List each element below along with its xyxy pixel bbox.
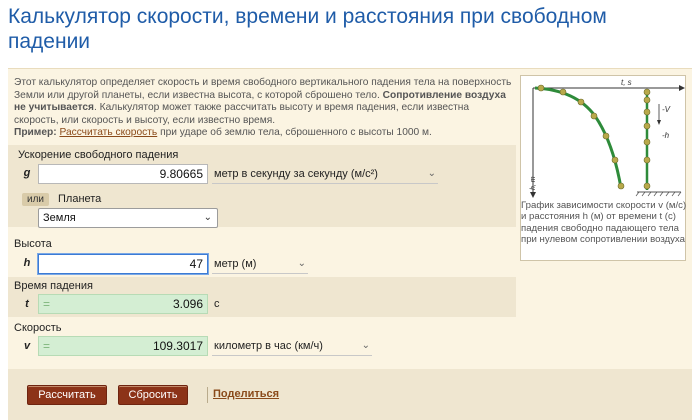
calculate-button[interactable]: Рассчитать [27,385,107,405]
gravity-var: g [23,167,31,179]
time-var: t [25,298,29,310]
v-arrow-head [657,120,661,125]
equals-icon: = [43,339,51,353]
reset-button[interactable]: Сбросить [118,385,188,405]
curve-point [537,84,545,92]
time-label: Время падения [14,280,93,292]
example-rest: при ударе об землю тела, сброшенного с в… [160,127,432,138]
h-axis-arrow [530,192,536,198]
curve-point [611,156,619,164]
button-separator [207,387,208,403]
planet-selected: Земля [43,212,76,224]
equals-icon: = [43,297,51,311]
gravity-unit-value: метр в секунду за секунду (м/с²) [214,168,378,180]
height-unit-select[interactable]: метр (м) ⌄ [212,254,308,274]
time-result-value: 3.096 [172,297,203,311]
curve-point [602,132,610,140]
gravity-label: Ускорение свободного падения [18,149,179,161]
h-axis-label: h, m [530,176,537,190]
drop-point [643,156,651,164]
drop-point [643,122,651,130]
button-bar: Рассчитать Сбросить Поделиться [8,369,692,420]
curve-point [590,112,598,120]
speed-result-value: 109.3017 [152,339,203,353]
height-unit-value: метр (м) [214,258,257,270]
planet-select[interactable]: Земля ⌄ [38,208,218,228]
example-text: Пример: Рассчитать скорость при ударе об… [14,127,512,140]
t-axis-arrow [679,85,685,91]
v-label: -V [662,105,671,114]
page-title: Калькулятор скорости, времени и расстоян… [8,5,607,53]
ground-hatch [635,191,682,197]
speed-result: = 109.3017 [38,336,208,356]
speed-unit-select[interactable]: километр в час (км/ч) ⌄ [212,336,372,356]
planet-label: Планета [58,193,102,205]
time-unit: с [214,298,220,310]
drop-point [643,108,651,116]
drop-point [643,96,651,104]
intro-text: Этот калькулятор определяет скорость и в… [14,77,512,127]
drop-point [643,88,651,96]
fall-graph-svg: t, s h, m -V -h [530,78,685,198]
share-link[interactable]: Поделиться [213,388,279,400]
gravity-input[interactable]: 9.80665 [38,164,208,184]
calculator-panel: Этот калькулятор определяет скорость и в… [8,68,692,420]
or-tag: или [22,193,50,206]
height-var: h [23,257,31,269]
t-axis-label: t, s [621,78,632,87]
example-label: Пример: [14,127,57,138]
graph-caption: График зависимости скорости v (м/с) и ра… [521,200,687,246]
chevron-down-icon: ⌄ [297,258,306,269]
curve-point [617,182,625,190]
example-link[interactable]: Рассчитать скорость [59,127,157,138]
chevron-down-icon: ⌄ [427,168,436,179]
speed-label: Скорость [14,322,62,334]
height-label: Высота [14,238,52,250]
chevron-down-icon: ⌄ [361,340,370,351]
gravity-unit-select[interactable]: метр в секунду за секунду (м/с²) ⌄ [212,164,438,184]
drop-point [643,138,651,146]
time-result: = 3.096 [38,294,208,314]
speed-var: v [23,340,31,352]
chevron-down-icon: ⌄ [203,212,212,223]
curve-point [559,88,567,96]
h-label: -h [662,131,670,140]
speed-unit-value: километр в час (км/ч) [214,340,323,352]
height-input[interactable]: 47 [38,254,208,274]
curve-point [577,98,585,106]
drop-point [643,182,651,190]
